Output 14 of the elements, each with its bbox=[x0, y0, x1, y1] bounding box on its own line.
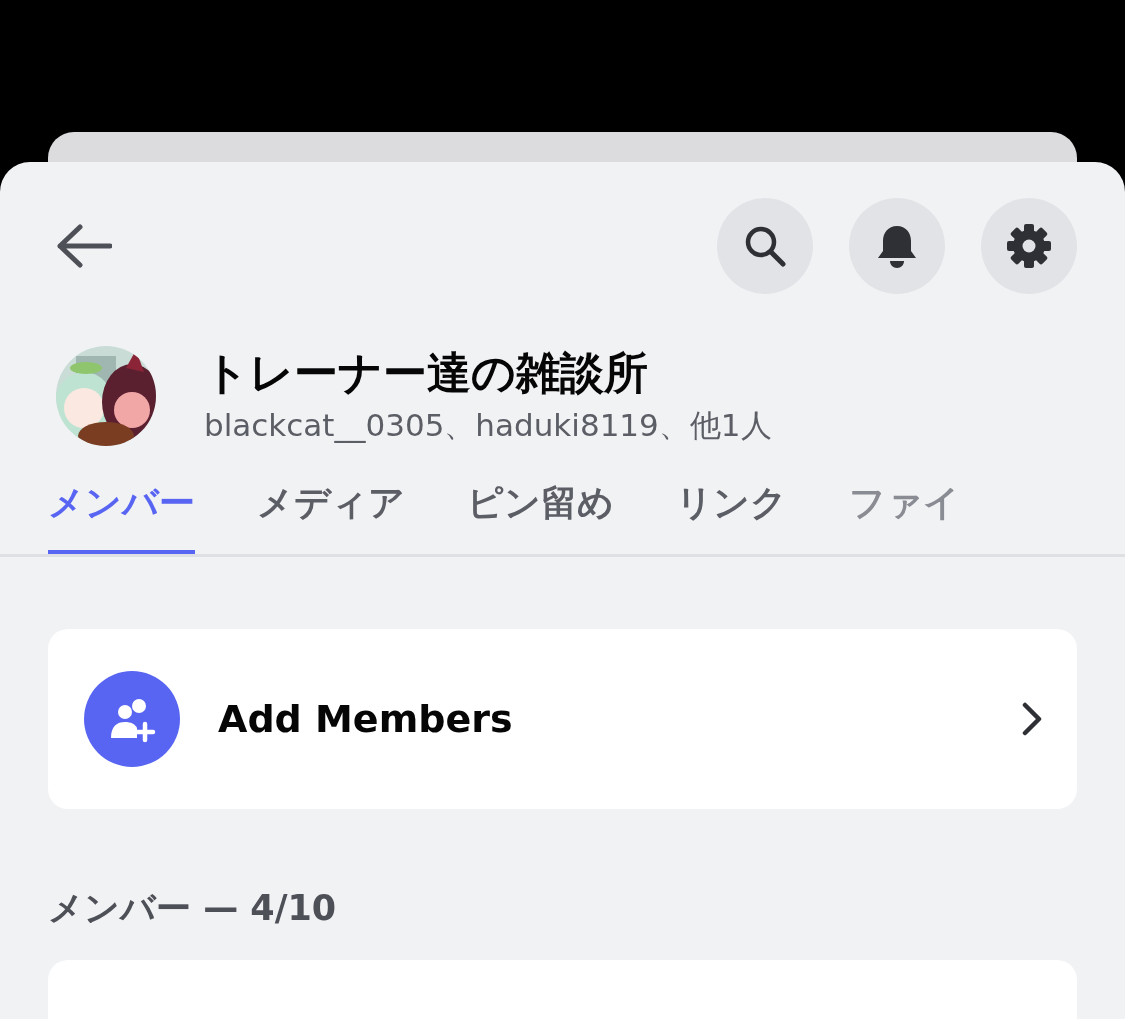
chevron-right-icon bbox=[1021, 702, 1043, 737]
back-button[interactable] bbox=[56, 224, 112, 268]
tab[interactable]: リンク bbox=[676, 479, 787, 555]
add-members-button[interactable]: Add Members bbox=[48, 629, 1077, 810]
tab[interactable]: ファイ bbox=[849, 479, 960, 555]
section-header: メンバー — 4/10 bbox=[48, 887, 338, 931]
settings-icon bbox=[1005, 222, 1053, 270]
tab[interactable]: メンバー bbox=[48, 479, 195, 555]
tab[interactable]: メディア bbox=[257, 479, 405, 555]
group-title: トレーナー達の雑談所 bbox=[204, 346, 649, 400]
back-arrow-icon bbox=[56, 224, 112, 268]
bell-icon bbox=[875, 223, 919, 269]
members-list: blackcat__0305、haduki8119、他1人 bbox=[204, 405, 772, 448]
tab[interactable]: ピン留め bbox=[467, 479, 614, 555]
